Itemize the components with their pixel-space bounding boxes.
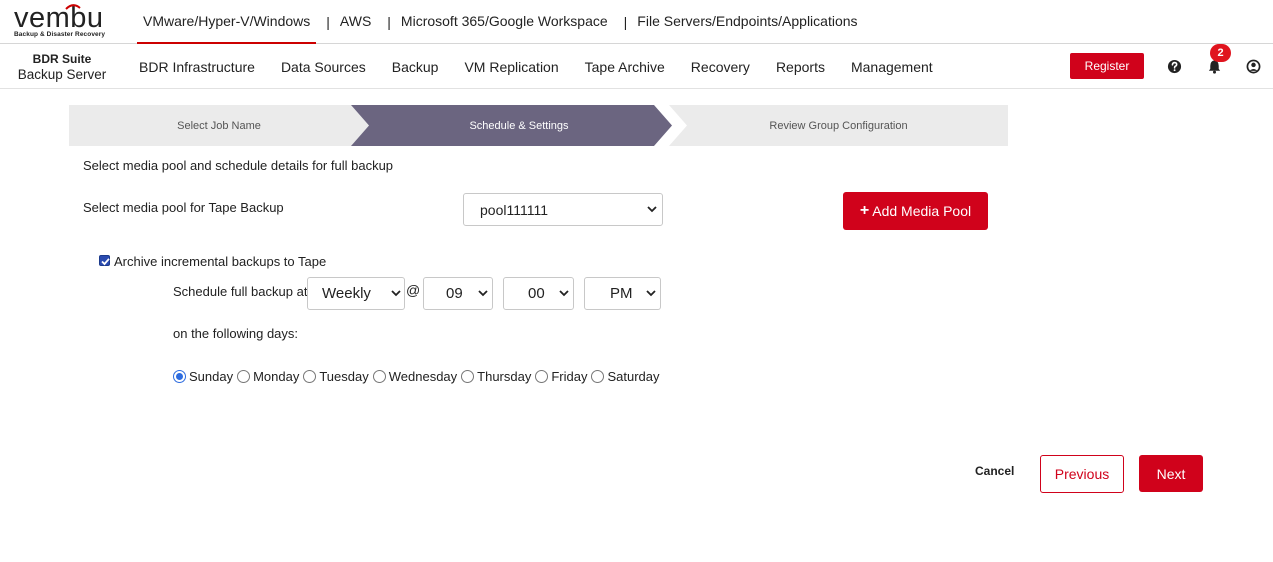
media-pool-select[interactable]: pool111111 (463, 193, 663, 226)
day-label-friday: Friday (551, 369, 588, 384)
add-media-pool-label: Add Media Pool (872, 203, 972, 219)
day-label-sunday: Sunday (189, 369, 234, 384)
wizard-step-review-group-configuration: Review Group Configuration (769, 119, 908, 132)
radio-thursday[interactable] (461, 370, 475, 383)
radio-tuesday[interactable] (303, 370, 317, 383)
schedule-label: Schedule full backup at (173, 284, 308, 299)
logo-swoosh-icon (65, 4, 81, 10)
day-option-friday[interactable]: Friday (535, 369, 587, 384)
wizard-steps: Select Job Name Schedule & Settings Revi… (69, 105, 1008, 146)
day-option-monday[interactable]: Monday (237, 369, 299, 384)
menu-item-tape-archive[interactable]: Tape Archive (585, 59, 665, 75)
day-label-saturday: Saturday (607, 369, 660, 384)
menu-item-reports[interactable]: Reports (776, 59, 825, 75)
product-tab-file-servers[interactable]: File Servers/Endpoints/Applications (631, 0, 863, 44)
archive-incremental-checkbox[interactable] (99, 255, 110, 266)
top-bar: vembu Backup & Disaster Recovery VMware/… (0, 0, 1273, 44)
tab-separator: | (623, 14, 628, 30)
add-media-pool-button[interactable]: + Add Media Pool (843, 192, 988, 230)
product-tab-aws[interactable]: AWS (334, 0, 377, 44)
brand-suite: BDR Suite (32, 52, 92, 66)
hour-select[interactable]: 09 (423, 277, 493, 310)
logo-wordmark: vembu (14, 2, 104, 34)
hour-select-wrap: 09 (423, 277, 493, 310)
main-nav-bar: BDR Suite Backup Server BDR Infrastructu… (0, 44, 1273, 89)
brand-server: Backup Server (17, 67, 107, 82)
product-tab-microsoft365[interactable]: Microsoft 365/Google Workspace (395, 0, 614, 44)
wizard-step-select-job-name: Select Job Name (177, 119, 261, 132)
day-option-sunday[interactable]: Sunday (173, 369, 233, 384)
ampm-select-wrap: PM (584, 277, 661, 310)
notification-count-badge: 2 (1210, 44, 1231, 62)
radio-saturday[interactable] (591, 370, 605, 383)
vembu-logo[interactable]: vembu Backup & Disaster Recovery (14, 2, 114, 40)
days-label: on the following days: (173, 326, 299, 341)
day-option-thursday[interactable]: Thursday (461, 369, 531, 384)
at-symbol: @ (406, 282, 421, 298)
previous-button[interactable]: Previous (1040, 455, 1124, 493)
logo-tagline: Backup & Disaster Recovery (14, 31, 106, 38)
cancel-link[interactable]: Cancel (975, 464, 1014, 478)
media-pool-label: Select media pool for Tape Backup (83, 200, 284, 215)
wizard-step-schedule-settings: Schedule & Settings (469, 119, 569, 132)
form-intro: Select media pool and schedule details f… (83, 158, 394, 173)
register-button[interactable]: Register (1070, 53, 1144, 79)
brand-block: BDR Suite Backup Server (12, 51, 112, 83)
day-option-saturday[interactable]: Saturday (591, 369, 660, 384)
user-account-icon[interactable] (1246, 59, 1261, 74)
day-option-tuesday[interactable]: Tuesday (303, 369, 369, 384)
frequency-select[interactable]: Weekly (307, 277, 405, 310)
menu-item-management[interactable]: Management (851, 59, 933, 75)
day-radio-group: Sunday Monday Tuesday Wednesday Thursday… (173, 369, 664, 384)
day-label-wednesday: Wednesday (388, 369, 458, 384)
radio-friday[interactable] (535, 370, 549, 383)
product-tabs: VMware/Hyper-V/Windows | AWS | Microsoft… (137, 0, 864, 44)
plus-icon: + (859, 202, 870, 219)
radio-monday[interactable] (237, 370, 251, 383)
day-label-monday: Monday (253, 369, 300, 384)
menu-item-data-sources[interactable]: Data Sources (281, 59, 366, 75)
minute-select-wrap: 00 (503, 277, 574, 310)
tab-separator: | (326, 14, 330, 30)
ampm-select[interactable]: PM (584, 277, 661, 310)
menu-item-recovery[interactable]: Recovery (691, 59, 750, 75)
menu-item-bdr-infrastructure[interactable]: BDR Infrastructure (139, 59, 255, 75)
radio-sunday[interactable] (173, 370, 186, 383)
day-label-tuesday: Tuesday (319, 369, 369, 384)
radio-wednesday[interactable] (372, 370, 386, 383)
help-icon[interactable] (1167, 59, 1182, 74)
next-button[interactable]: Next (1139, 455, 1203, 492)
product-tab-vmware[interactable]: VMware/Hyper-V/Windows (137, 0, 317, 44)
minute-select[interactable]: 00 (503, 277, 574, 310)
checkmark-icon (101, 258, 110, 266)
day-label-thursday: Thursday (477, 369, 532, 384)
menu-item-backup[interactable]: Backup (392, 59, 439, 75)
tab-separator: | (387, 14, 391, 30)
frequency-select-wrap: Weekly (307, 277, 405, 310)
day-option-wednesday[interactable]: Wednesday (372, 369, 458, 384)
menu-item-vm-replication[interactable]: VM Replication (464, 59, 558, 75)
main-menu: BDR Infrastructure Data Sources Backup V… (139, 44, 959, 89)
archive-incremental-label[interactable]: Archive incremental backups to Tape (114, 254, 326, 269)
media-pool-select-wrap: pool111111 (463, 193, 663, 226)
